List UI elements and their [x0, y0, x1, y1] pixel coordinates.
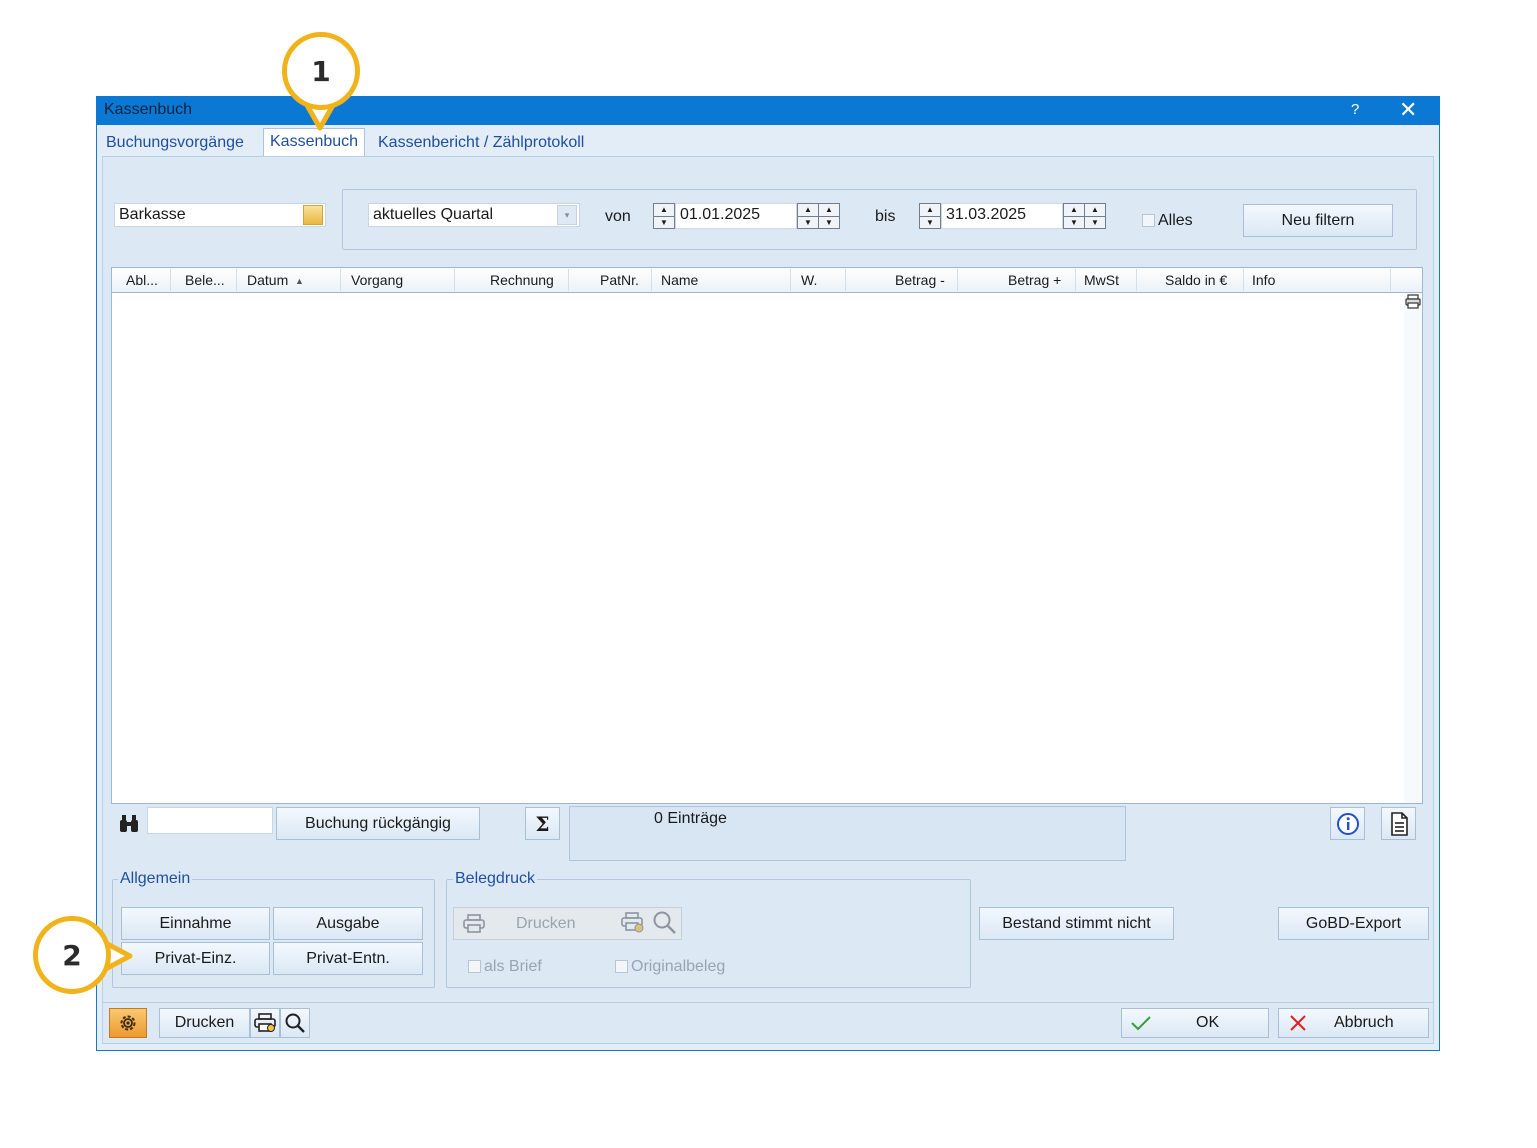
sigma-icon[interactable]: Σ: [525, 807, 560, 840]
privat-einz-button[interactable]: Privat-Einz.: [121, 942, 270, 975]
document-button[interactable]: [1381, 807, 1416, 840]
gear-icon: [120, 1015, 136, 1031]
col-waehrung[interactable]: W.: [801, 272, 817, 288]
col-mwst[interactable]: MwSt: [1084, 272, 1119, 288]
binoculars-icon[interactable]: [118, 814, 140, 834]
sort-ascending-icon: ▲: [295, 276, 304, 286]
col-abl[interactable]: Abl...: [126, 272, 158, 288]
ok-label: OK: [1196, 1014, 1220, 1031]
belegdruck-drucken-button[interactable]: Drucken: [453, 907, 682, 940]
buchung-rueckgaengig-button[interactable]: Buchung rückgängig: [276, 807, 480, 840]
help-button[interactable]: ?: [1351, 101, 1359, 118]
belegdruck-legend: Belegdruck: [453, 870, 538, 888]
zeitraum-select[interactable]: aktuelles Quartal: [368, 203, 580, 227]
printer-settings-icon: [254, 1013, 276, 1032]
col-vorgang[interactable]: Vorgang: [351, 272, 403, 288]
kassenbuch-table[interactable]: [111, 267, 1423, 804]
tab-buchungsvorgaenge[interactable]: Buchungsvorgänge: [100, 130, 250, 156]
bis-date-value: 31.03.2025: [946, 206, 1027, 223]
von-day-spinner-icon[interactable]: ▲ ▼: [797, 203, 819, 229]
printer-settings-icon[interactable]: [620, 911, 646, 935]
von-date-value: 01.01.2025: [680, 206, 761, 223]
einnahme-button[interactable]: Einnahme: [121, 907, 270, 940]
callout-1: 1: [282, 32, 360, 110]
checkmark-icon: [1131, 1016, 1151, 1031]
cancel-x-icon: [1290, 1015, 1306, 1031]
search-input[interactable]: [147, 807, 273, 834]
preview-search-icon[interactable]: [652, 910, 678, 936]
kasse-dropdown-icon[interactable]: [303, 205, 323, 225]
originalbeleg-label: Originalbeleg: [631, 958, 726, 975]
von-left-spinner-icon[interactable]: ▲ ▼: [653, 203, 675, 229]
col-rechnung[interactable]: Rechnung: [490, 272, 554, 288]
window-title: Kassenbuch: [104, 101, 193, 118]
von-label: von: [605, 208, 631, 225]
table-scrollbar[interactable]: [1404, 293, 1422, 803]
callout-2: 2: [33, 916, 111, 994]
zeitraum-dropdown-icon[interactable]: ▾: [557, 205, 577, 225]
settings-button[interactable]: [109, 1008, 147, 1038]
col-patnr[interactable]: PatNr.: [600, 272, 639, 288]
summary-panel: 0 Einträge: [569, 806, 1126, 861]
abbruch-label: Abbruch: [1334, 1014, 1394, 1031]
originalbeleg-checkbox[interactable]: [615, 960, 628, 973]
close-button[interactable]: ✕: [1399, 97, 1417, 123]
bestand-stimmt-nicht-button[interactable]: Bestand stimmt nicht: [979, 907, 1174, 940]
gobd-export-button[interactable]: GoBD-Export: [1278, 907, 1429, 940]
abbruch-button[interactable]: Abbruch: [1278, 1008, 1429, 1038]
neu-filtern-button[interactable]: Neu filtern: [1243, 204, 1393, 237]
tab-kassenbericht[interactable]: Kassenbericht / Zählprotokoll: [372, 130, 590, 156]
bis-label: bis: [875, 208, 896, 225]
ok-button[interactable]: OK: [1121, 1008, 1269, 1038]
info-icon: [1336, 812, 1359, 835]
col-datum[interactable]: Datum: [247, 272, 288, 288]
col-name[interactable]: Name: [661, 272, 698, 288]
als-brief-checkbox[interactable]: [468, 960, 481, 973]
entries-count: 0 Einträge: [654, 810, 727, 827]
als-brief-label: als Brief: [484, 958, 542, 975]
info-button[interactable]: [1330, 807, 1365, 840]
bottom-divider: [102, 1002, 1434, 1003]
von-date-field[interactable]: 01.01.2025: [675, 203, 797, 229]
table-print-icon[interactable]: [1404, 294, 1422, 310]
col-betrag-plus[interactable]: Betrag +: [1008, 272, 1061, 288]
col-beleg[interactable]: Bele...: [185, 272, 225, 288]
belegdruck-drucken-label: Drucken: [516, 914, 576, 932]
ausgabe-button[interactable]: Ausgabe: [273, 907, 423, 940]
von-month-spinner-icon[interactable]: ▲ ▼: [818, 203, 840, 229]
kasse-value: Barkasse: [119, 206, 186, 223]
search-icon: [285, 1013, 305, 1033]
print-preview-button[interactable]: [280, 1008, 310, 1038]
tab-kassenbuch[interactable]: Kassenbuch: [263, 128, 366, 156]
bis-day-spinner-icon[interactable]: ▲ ▼: [1063, 203, 1085, 229]
document-icon: [1390, 811, 1408, 836]
bis-month-spinner-icon[interactable]: ▲ ▼: [1084, 203, 1106, 229]
kasse-select[interactable]: Barkasse: [114, 203, 326, 227]
zeitraum-value: aktuelles Quartal: [373, 206, 494, 223]
col-info[interactable]: Info: [1252, 272, 1275, 288]
alles-label: Alles: [1158, 212, 1193, 229]
drucken-button[interactable]: Drucken: [159, 1008, 250, 1038]
bis-date-field[interactable]: 31.03.2025: [941, 203, 1063, 229]
col-betrag-minus[interactable]: Betrag -: [895, 272, 945, 288]
col-saldo[interactable]: Saldo in €: [1165, 272, 1227, 288]
alles-checkbox[interactable]: [1142, 214, 1155, 227]
privat-entn-button[interactable]: Privat-Entn.: [273, 942, 423, 975]
printer-icon: [463, 913, 485, 933]
print-settings-button[interactable]: [250, 1008, 280, 1038]
bis-left-spinner-icon[interactable]: ▲ ▼: [919, 203, 941, 229]
allgemein-legend: Allgemein: [118, 870, 193, 888]
